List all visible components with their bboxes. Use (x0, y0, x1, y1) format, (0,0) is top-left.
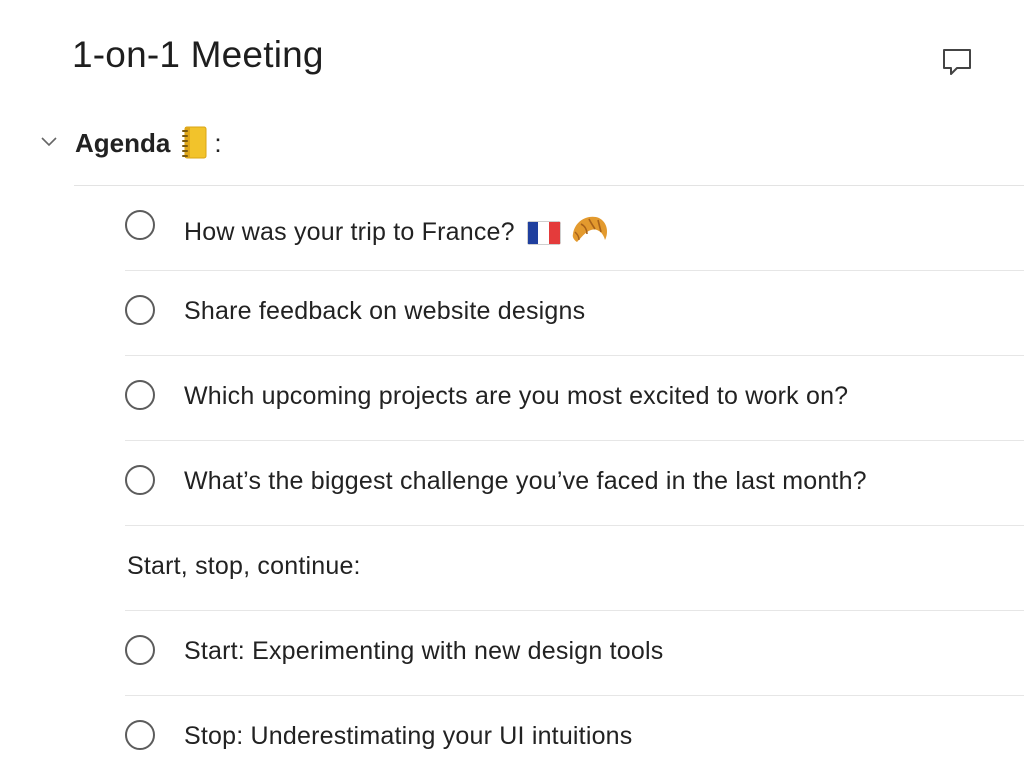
section-suffix: : (214, 127, 222, 158)
section-title[interactable]: Agenda : (75, 126, 222, 160)
task-text[interactable]: How was your trip to France? (184, 212, 611, 252)
agenda-section-header: Agenda : (0, 118, 1024, 166)
list-item: How was your trip to France? (0, 186, 1024, 271)
list-item: What’s the biggest challenge you’ve face… (0, 441, 1024, 526)
subheading-row: Start, stop, continue: (0, 526, 1024, 611)
task-checkbox[interactable] (125, 720, 155, 750)
list-item: Which upcoming projects are you most exc… (0, 356, 1024, 441)
croissant-icon (569, 210, 611, 250)
task-text[interactable]: Which upcoming projects are you most exc… (184, 382, 848, 411)
list-item: Share feedback on website designs (0, 271, 1024, 356)
task-label: How was your trip to France? (184, 217, 515, 246)
page: 1-on-1 Meeting Agenda: How was your tri… (0, 0, 1024, 782)
list-item: Start: Experimenting with new design too… (0, 611, 1024, 696)
task-checkbox[interactable] (125, 635, 155, 665)
page-title[interactable]: 1-on-1 Meeting (72, 34, 324, 76)
france-flag-icon (526, 221, 561, 245)
comment-button[interactable] (938, 44, 976, 80)
task-checkbox[interactable] (125, 465, 155, 495)
task-text[interactable]: Share feedback on website designs (184, 297, 585, 326)
notebook-icon (182, 126, 208, 160)
comment-icon (943, 49, 971, 75)
list-item: Stop: Underestimating your UI intuitions (0, 696, 1024, 781)
task-checkbox[interactable] (125, 210, 155, 240)
section-label: Agenda (75, 127, 171, 158)
subheading-text[interactable]: Start, stop, continue: (127, 552, 361, 581)
task-list: How was your trip to France? Share feedb… (0, 186, 1024, 781)
task-checkbox[interactable] (125, 295, 155, 325)
task-checkbox[interactable] (125, 380, 155, 410)
task-text[interactable]: Stop: Underestimating your UI intuitions (184, 722, 633, 751)
task-text[interactable]: What’s the biggest challenge you’ve face… (184, 467, 867, 496)
chevron-down-icon[interactable] (38, 132, 60, 152)
task-text[interactable]: Start: Experimenting with new design too… (184, 637, 663, 666)
